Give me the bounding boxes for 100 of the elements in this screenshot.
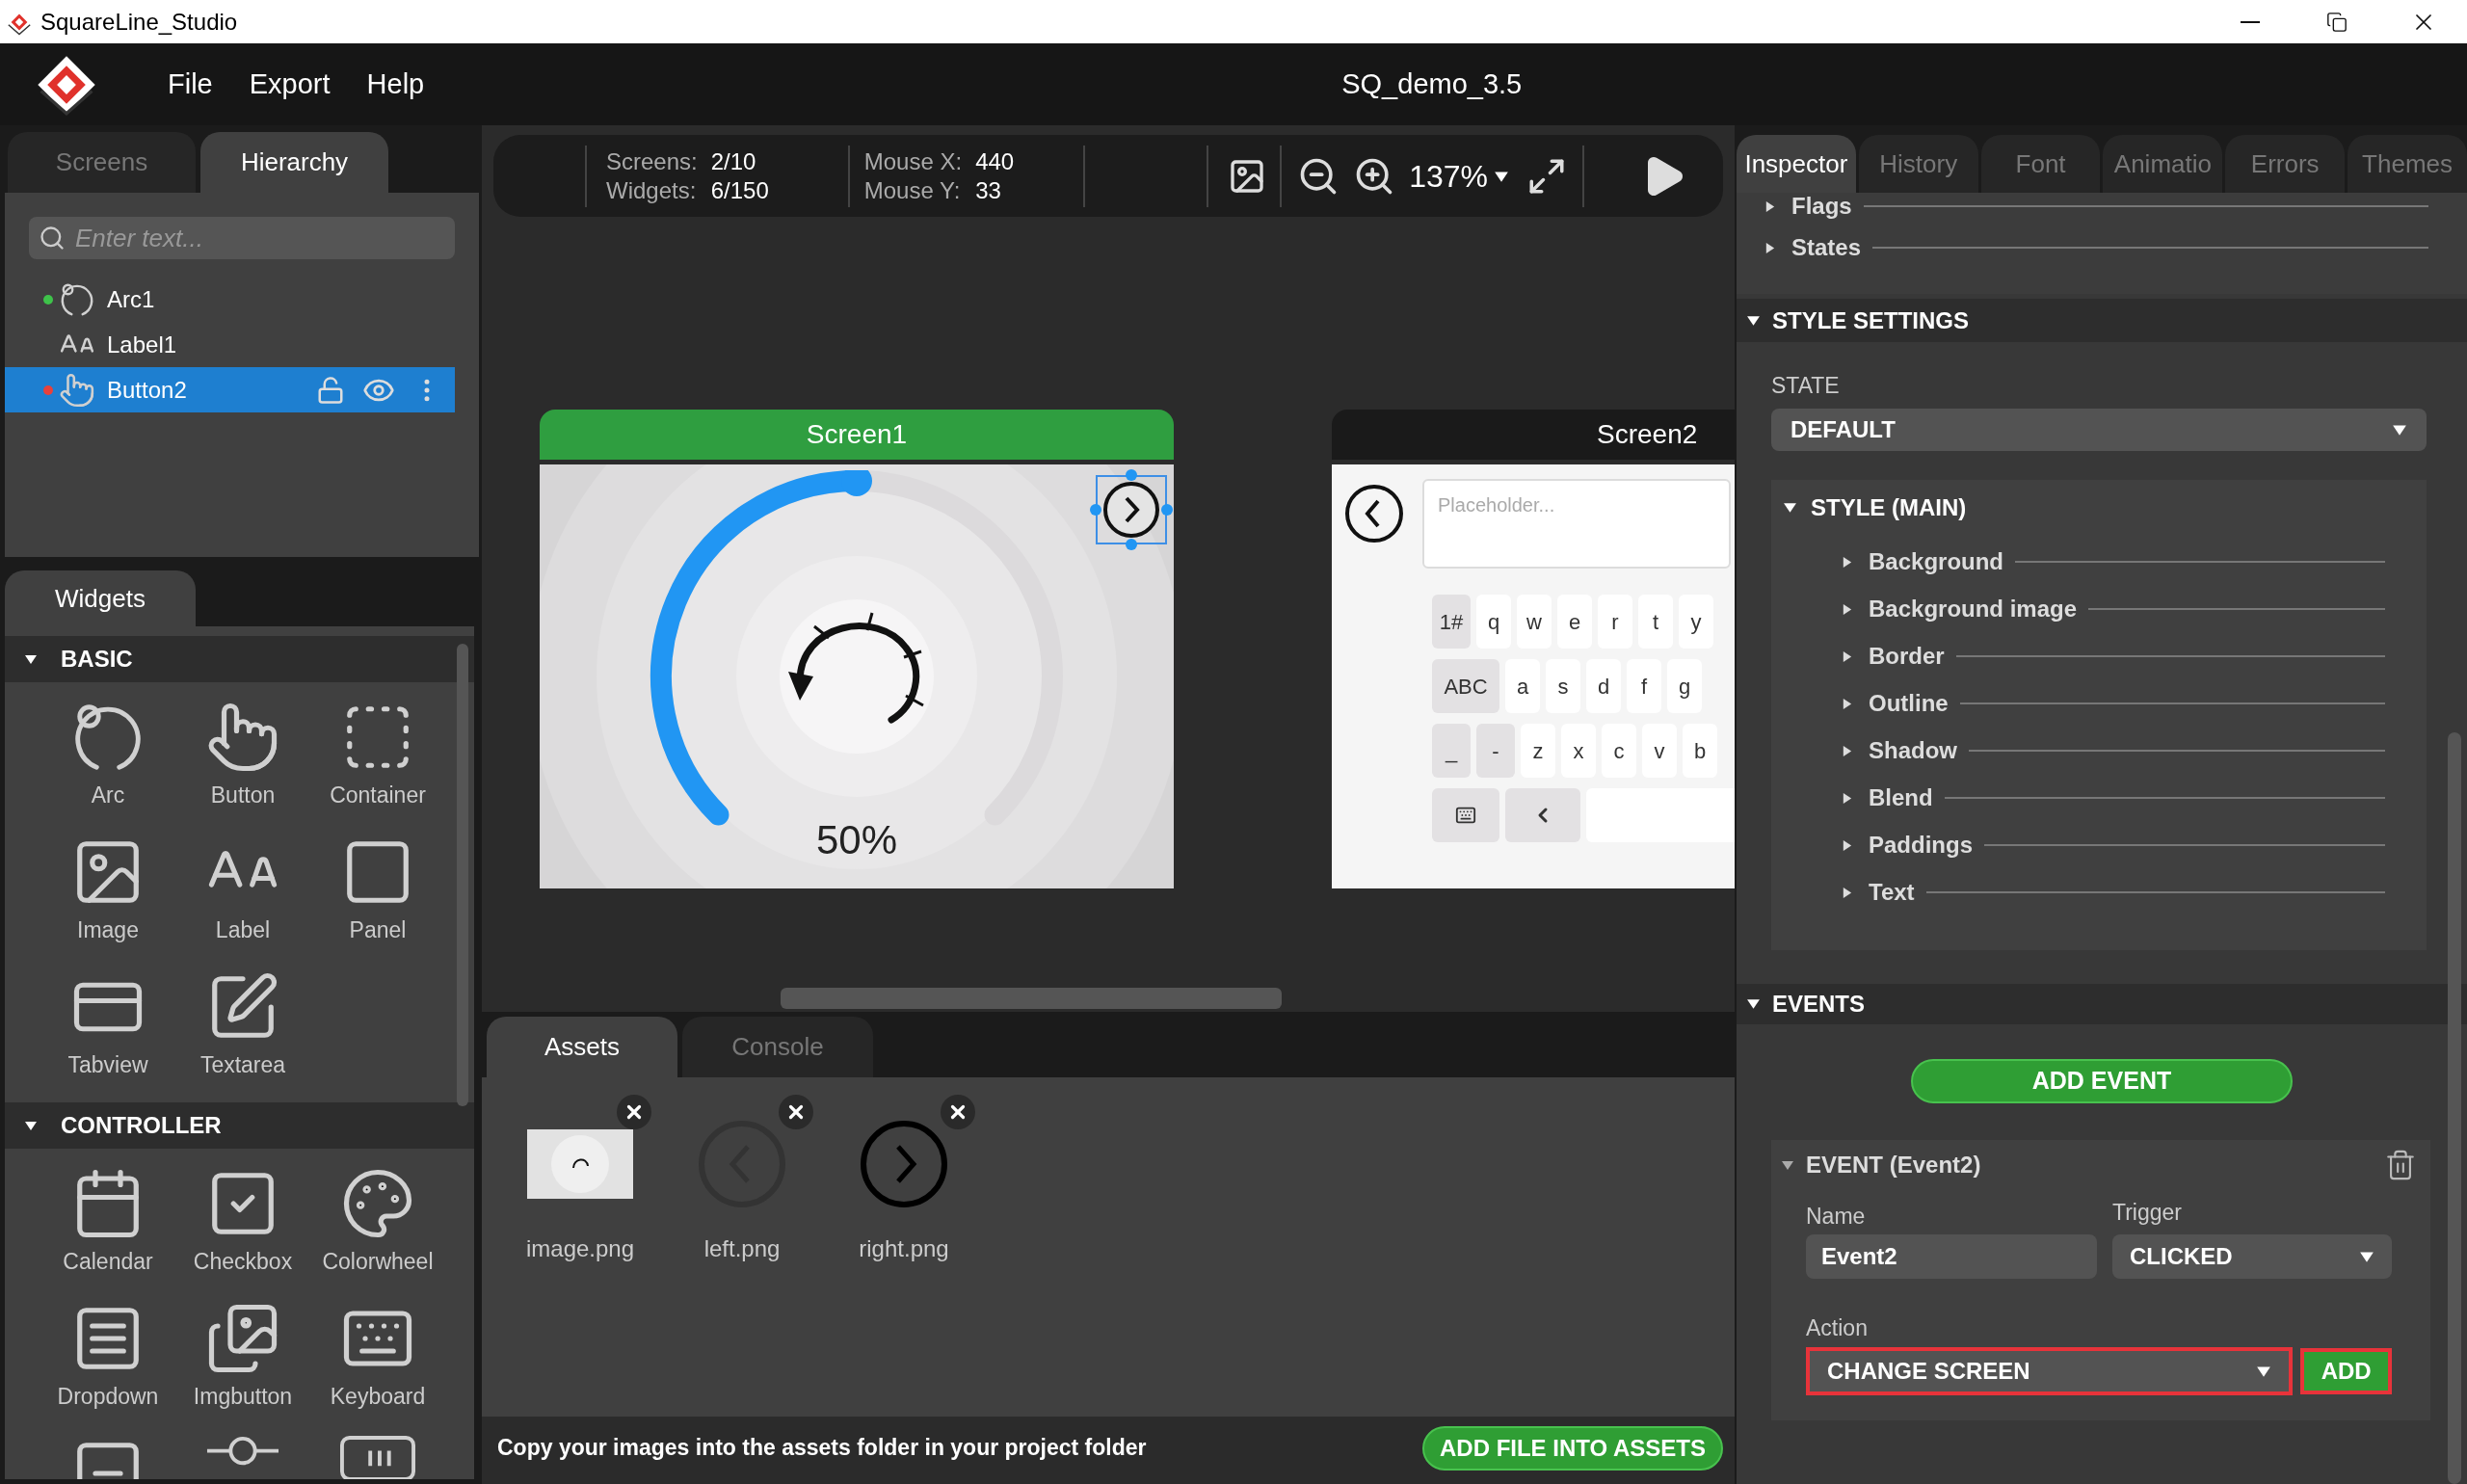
screen-title-bar[interactable]: Screen2 xyxy=(1332,410,1735,460)
letter-key[interactable]: w xyxy=(1517,595,1552,649)
hierarchy-row[interactable]: Label1 xyxy=(5,322,455,367)
property-label[interactable]: Border xyxy=(1869,639,1945,674)
letter-key[interactable]: y xyxy=(1679,595,1713,649)
field-label: Name xyxy=(1806,1202,1867,1231)
letter-key[interactable]: f xyxy=(1627,659,1661,713)
hierarchy-row[interactable]: Arc1 xyxy=(5,277,455,322)
property-label[interactable]: Blend xyxy=(1869,781,1933,815)
letter-key[interactable]: b xyxy=(1683,724,1717,778)
menu-item[interactable]: Export xyxy=(237,63,342,106)
widget-label: Calendar xyxy=(63,1248,153,1276)
stat-value: 6/150 xyxy=(710,175,769,205)
widget-label: Textarea xyxy=(199,1051,286,1079)
widget-label: Image xyxy=(77,916,139,944)
widget-tile[interactable]: Textarea xyxy=(175,960,310,1095)
stat-value: 2/10 xyxy=(710,146,757,176)
group-title: BASIC xyxy=(61,645,133,674)
property-label[interactable]: Flags xyxy=(1791,193,1852,224)
hint-text: Copy your images into the assets folder in your project folder xyxy=(497,1434,1147,1463)
widget-tile[interactable]: Button xyxy=(175,690,310,825)
widget-tile[interactable]: Arc xyxy=(40,690,175,825)
mode-key[interactable]: - xyxy=(1476,724,1515,778)
widget-label: Keyboard xyxy=(330,1383,426,1411)
widget-label: Imgbutton xyxy=(193,1383,293,1411)
letter-key[interactable]: v xyxy=(1642,724,1677,778)
widget-name: Arc1 xyxy=(107,284,155,314)
tab[interactable]: Inspector xyxy=(1737,135,1856,193)
widget-tile[interactable]: Image xyxy=(40,825,175,960)
widget-tile[interactable]: Tabview xyxy=(40,960,175,1095)
widget-tile[interactable]: Calendar xyxy=(40,1156,175,1291)
section-title: STYLE SETTINGS xyxy=(1772,305,1970,335)
stat-label: Screens: xyxy=(606,146,698,176)
widget-tile[interactable]: Checkbox xyxy=(175,1156,310,1291)
widget-label: Panel xyxy=(349,916,407,944)
property-label[interactable]: Background xyxy=(1869,544,2003,579)
widget-name: Label1 xyxy=(107,330,177,359)
tab[interactable]: Assets xyxy=(487,1017,677,1077)
letter-key[interactable]: t xyxy=(1638,595,1673,649)
tab[interactable]: Hierarchy xyxy=(200,132,388,193)
widget-label: Label xyxy=(215,916,271,944)
letter-key[interactable]: x xyxy=(1561,724,1596,778)
widget-tile[interactable]: Colorwheel xyxy=(310,1156,445,1291)
property-label[interactable]: Outline xyxy=(1869,686,1949,721)
action-dropdown[interactable]: CHANGE SCREEN xyxy=(1806,1346,2294,1395)
field-label: STATE xyxy=(1771,372,1841,400)
property-label[interactable]: Shadow xyxy=(1869,733,1957,768)
widget-name: Button2 xyxy=(107,375,187,405)
widget-tile[interactable]: Dropdown xyxy=(40,1291,175,1426)
widget-tile[interactable]: Container xyxy=(310,690,445,825)
stat-label: Widgets: xyxy=(606,175,698,205)
property-label[interactable]: Background image xyxy=(1869,592,2078,626)
mode-key[interactable]: _ xyxy=(1432,724,1471,778)
event-title: EVENT (Event2) xyxy=(1806,1150,1981,1179)
hierarchy-row[interactable]: Button2 xyxy=(5,367,455,412)
widget-tile[interactable]: Keyboard xyxy=(310,1291,445,1426)
letter-key[interactable]: z xyxy=(1521,724,1555,778)
group-header[interactable]: CONTROLLER xyxy=(5,1102,474,1149)
property-label[interactable]: Text xyxy=(1869,875,1915,910)
widget-tile[interactable]: Label xyxy=(175,825,310,960)
widget-label: Button xyxy=(210,782,276,809)
trigger-dropdown[interactable]: CLICKED xyxy=(2112,1234,2392,1279)
search-field[interactable]: Enter text... xyxy=(29,217,455,259)
property-label[interactable]: States xyxy=(1791,230,1862,265)
letter-key[interactable]: d xyxy=(1586,659,1621,713)
group-header[interactable]: BASIC xyxy=(5,636,474,682)
property-label[interactable]: Paddings xyxy=(1869,828,1973,862)
letter-key[interactable]: e xyxy=(1557,595,1592,649)
letter-key[interactable]: q xyxy=(1476,595,1511,649)
name-field[interactable]: Event2 xyxy=(1806,1234,2097,1279)
section-header[interactable]: STYLE SETTINGS xyxy=(1737,299,2467,342)
group-title: STYLE (MAIN) xyxy=(1811,492,1967,522)
field-label: Action xyxy=(1806,1314,1869,1342)
stat-label: Mouse X: xyxy=(863,146,963,176)
widget-label: Container xyxy=(330,782,426,809)
widget-tile[interactable]: Panel xyxy=(310,825,445,960)
widget-label: Arc xyxy=(91,782,125,809)
stat-label: Mouse Y: xyxy=(863,175,962,205)
section-header[interactable]: EVENTS xyxy=(1737,983,2467,1024)
menu-item[interactable]: Help xyxy=(355,63,437,106)
percent-label: 50% xyxy=(814,816,899,864)
letter-key[interactable]: a xyxy=(1505,659,1540,713)
state-dropdown[interactable]: DEFAULT xyxy=(1771,408,2427,451)
widget-label: Checkbox xyxy=(193,1248,293,1276)
tab[interactable]: Widgets xyxy=(5,570,196,626)
letter-key[interactable]: s xyxy=(1546,659,1580,713)
widget-label: Tabview xyxy=(67,1051,148,1079)
zoom-dropdown[interactable]: 137% xyxy=(1409,152,1510,199)
widget-tile[interactable]: Imgbutton xyxy=(175,1291,310,1426)
letter-key[interactable]: c xyxy=(1602,724,1636,778)
menu-item[interactable]: File xyxy=(156,63,225,106)
widget-label: Colorwheel xyxy=(322,1248,434,1276)
mode-key[interactable]: 1# xyxy=(1432,595,1471,649)
asset-name: image.png xyxy=(525,1234,635,1263)
asset-name: left.png xyxy=(703,1234,781,1263)
mode-key[interactable]: ABC xyxy=(1432,659,1499,713)
letter-key[interactable]: r xyxy=(1598,595,1632,649)
stat-value: 440 xyxy=(975,146,1015,176)
letter-key[interactable]: g xyxy=(1667,659,1702,713)
widget-label: Dropdown xyxy=(57,1383,159,1411)
